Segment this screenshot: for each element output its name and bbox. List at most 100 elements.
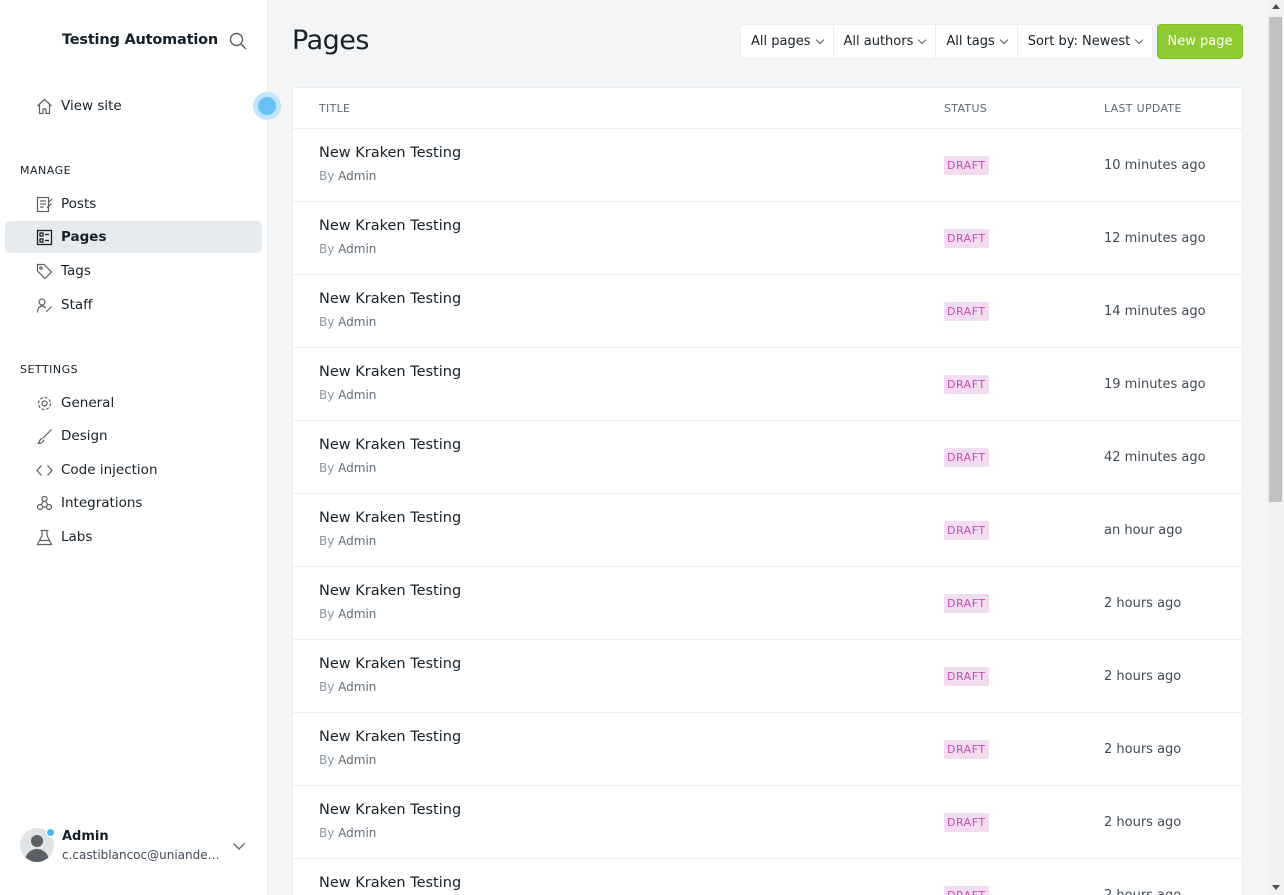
filter-type-label: All pages bbox=[751, 34, 811, 49]
sort-label: Sort by: Newest bbox=[1027, 34, 1131, 49]
scroll-up-arrow-icon[interactable] bbox=[1272, 4, 1280, 9]
status-badge: DRAFT bbox=[944, 740, 989, 759]
nav-code-injection-label: Code injection bbox=[61, 462, 158, 478]
page-title-cell[interactable]: New Kraken Testing bbox=[319, 802, 461, 818]
filter-tag-dropdown[interactable]: All tags bbox=[936, 25, 1018, 58]
status-badge: DRAFT bbox=[944, 229, 989, 248]
page-title-cell[interactable]: New Kraken Testing bbox=[319, 364, 461, 380]
user-name: Admin bbox=[62, 829, 109, 844]
page-title-cell[interactable]: New Kraken Testing bbox=[319, 437, 461, 453]
filter-author-dropdown[interactable]: All authors bbox=[834, 25, 937, 58]
site-title[interactable]: Testing Automation bbox=[62, 32, 218, 48]
status-badge: DRAFT bbox=[944, 521, 989, 540]
author-name: Admin bbox=[338, 826, 377, 840]
last-update-cell: 12 minutes ago bbox=[1104, 231, 1206, 246]
status-badge: DRAFT bbox=[944, 156, 989, 175]
nav-code-injection[interactable]: Code injection bbox=[5, 454, 262, 486]
status-badge: DRAFT bbox=[944, 886, 989, 895]
staff-icon bbox=[36, 297, 53, 314]
nav-integrations[interactable]: Integrations bbox=[5, 487, 262, 519]
author-name: Admin bbox=[338, 242, 377, 256]
filter-tag-label: All tags bbox=[946, 34, 995, 49]
status-badge: DRAFT bbox=[944, 302, 989, 321]
page-author-line: By Admin bbox=[319, 826, 376, 840]
manage-heading: MANAGE bbox=[20, 164, 72, 177]
page-title-cell[interactable]: New Kraken Testing bbox=[319, 875, 461, 891]
page-title-cell[interactable]: New Kraken Testing bbox=[319, 656, 461, 672]
page-title-cell[interactable]: New Kraken Testing bbox=[319, 291, 461, 307]
filter-type-dropdown[interactable]: All pages bbox=[741, 25, 834, 58]
new-page-button[interactable]: New page bbox=[1157, 24, 1243, 59]
status-badge: DRAFT bbox=[944, 667, 989, 686]
column-header-status: STATUS bbox=[944, 102, 988, 115]
page-author-line: By Admin bbox=[319, 534, 376, 548]
nav-posts[interactable]: Posts bbox=[5, 188, 262, 220]
table-row[interactable]: New Kraken TestingBy AdminDRAFT2 hours a… bbox=[293, 640, 1242, 713]
last-update-cell: 2 hours ago bbox=[1104, 669, 1182, 684]
status-badge: DRAFT bbox=[944, 594, 989, 613]
by-label: By bbox=[319, 242, 335, 256]
table-row[interactable]: New Kraken Testing By Admin DRAFT 2 hours a… bbox=[293, 786, 1242, 859]
by-label: By bbox=[319, 826, 335, 840]
page-author-line: By Admin bbox=[319, 315, 376, 329]
page-title-cell[interactable]: New Kraken Testing bbox=[319, 145, 461, 161]
author-name: Admin bbox=[338, 753, 377, 767]
sort-dropdown[interactable]: Sort by: Newest bbox=[1018, 25, 1153, 58]
flask-icon bbox=[36, 529, 53, 546]
table-row[interactable]: New Kraken Testing By Admin DRAFT 12 minute… bbox=[293, 202, 1242, 275]
page-title-cell[interactable]: New Kraken Testing bbox=[319, 729, 461, 745]
scroll-down-arrow-icon[interactable] bbox=[1272, 885, 1280, 890]
page-scrollbar[interactable] bbox=[1267, 0, 1284, 895]
table-row[interactable]: New Kraken Testing By Admin DRAFT 10 minute… bbox=[293, 129, 1242, 202]
integrations-icon bbox=[36, 495, 53, 512]
nav-staff[interactable]: Staff bbox=[5, 289, 262, 321]
nav-design[interactable]: Design bbox=[5, 420, 262, 452]
page-title: Pages bbox=[292, 25, 369, 56]
user-email: c.castiblancoc@uniandes.edu.co bbox=[62, 848, 224, 862]
user-menu[interactable]: Admin c.castiblancoc@uniandes.edu.co bbox=[20, 826, 255, 868]
nav-integrations-label: Integrations bbox=[61, 495, 143, 511]
pages-icon bbox=[36, 229, 53, 246]
nav-general[interactable]: General bbox=[5, 387, 262, 419]
nav-tags[interactable]: Tags bbox=[5, 255, 262, 287]
chevron-down-icon bbox=[232, 838, 246, 852]
filter-author-label: All authors bbox=[843, 34, 914, 49]
nav-design-label: Design bbox=[61, 428, 108, 444]
table-row[interactable]: New Kraken Testing By Admin DRAFT 19 minute… bbox=[293, 348, 1242, 421]
last-update-cell: 2 hours ago bbox=[1104, 888, 1181, 895]
page-author-line: By Admin bbox=[319, 242, 376, 256]
nav-staff-label: Staff bbox=[61, 297, 93, 313]
author-name: Admin bbox=[338, 680, 377, 694]
status-badge: DRAFT bbox=[944, 813, 989, 832]
nav-view-site-label: View site bbox=[61, 98, 122, 114]
author-name: Admin bbox=[338, 607, 377, 621]
chevron-down-icon bbox=[815, 35, 824, 44]
notification-pulse[interactable] bbox=[253, 92, 281, 120]
nav-posts-label: Posts bbox=[61, 196, 97, 212]
nav-labs[interactable]: Labs bbox=[5, 521, 262, 553]
search-icon[interactable] bbox=[228, 31, 248, 51]
last-update-cell: 19 minutes ago bbox=[1104, 377, 1206, 392]
author-name: Admin bbox=[338, 534, 377, 548]
last-update-cell: 2 hours ago bbox=[1104, 815, 1182, 830]
nav-view-site[interactable]: View site bbox=[5, 90, 262, 122]
table-row[interactable]: New Kraken Testing By Admin DRAFT 14 minute… bbox=[293, 275, 1242, 348]
last-update-cell: 10 minutes ago bbox=[1104, 158, 1206, 173]
scrollbar-thumb[interactable] bbox=[1269, 17, 1282, 502]
nav-pages[interactable]: Pages bbox=[5, 221, 262, 253]
table-row[interactable]: New Kraken Testing By Admin DRAFT an hour a… bbox=[293, 494, 1242, 567]
author-name: Admin bbox=[338, 315, 377, 329]
by-label: By bbox=[319, 169, 335, 183]
table-row[interactable]: New Kraken Testing By Admin DRAFT 42 minute… bbox=[293, 421, 1242, 494]
table-row[interactable]: New Kraken TestingBy AdminDRAFT2 hours a… bbox=[293, 859, 1242, 895]
table-row[interactable]: New Kraken TestingBy AdminDRAFT2 hours a… bbox=[293, 567, 1242, 640]
page-title-cell[interactable]: New Kraken Testing bbox=[319, 218, 461, 234]
chevron-down-icon bbox=[999, 35, 1008, 44]
last-update-cell: 42 minutes ago bbox=[1104, 450, 1206, 465]
page-title-cell[interactable]: New Kraken Testing bbox=[319, 510, 461, 526]
table-row[interactable]: New Kraken TestingBy AdminDRAFT2 hours a… bbox=[293, 713, 1242, 786]
nav-general-label: General bbox=[61, 395, 115, 411]
by-label: By bbox=[319, 753, 335, 767]
nav-labs-label: Labs bbox=[61, 529, 93, 545]
page-title-cell[interactable]: New Kraken Testing bbox=[319, 583, 461, 599]
